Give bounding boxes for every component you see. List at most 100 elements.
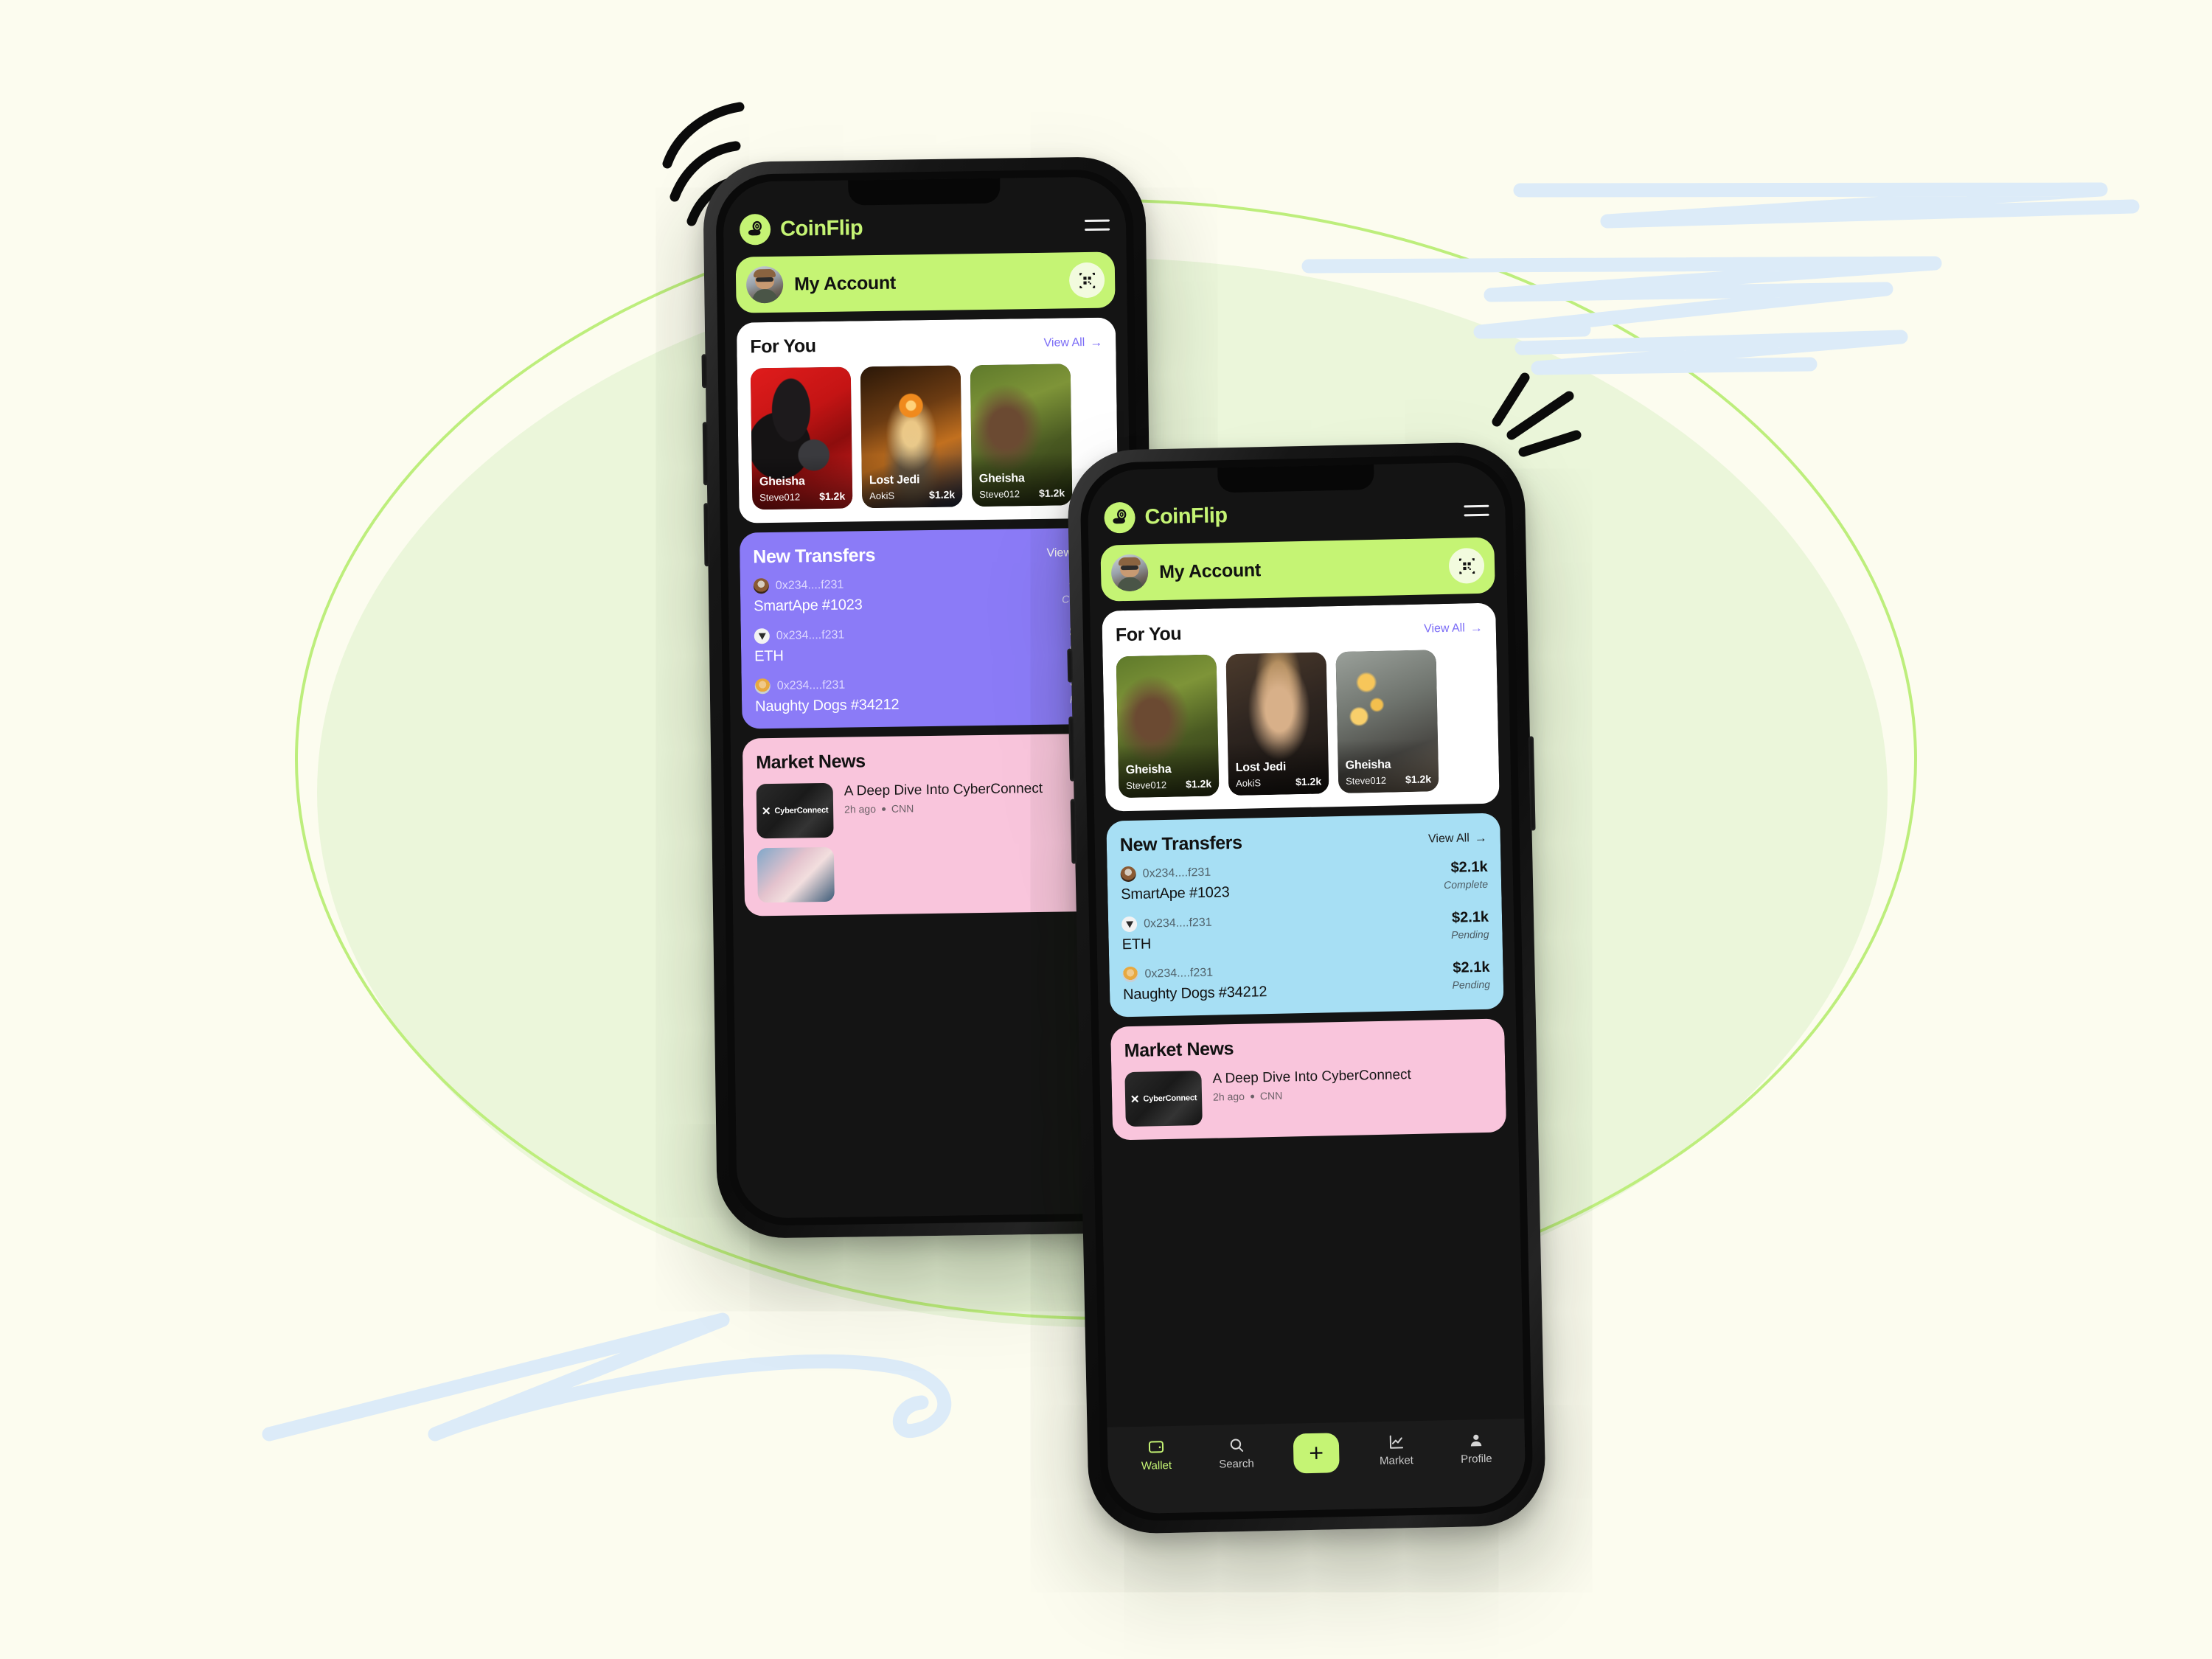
nft-owner: AokiS xyxy=(1236,777,1262,789)
nft-card[interactable]: Gheisha Steve012 $1.2k xyxy=(970,364,1073,507)
nft-name: Gheisha xyxy=(1345,758,1391,772)
news-thumb-label: CyberConnect xyxy=(774,805,829,815)
token-avatar-icon xyxy=(1122,966,1138,983)
arrow-right-icon: → xyxy=(1474,830,1487,845)
transfer-row[interactable]: 0x234....f231 SmartApe #1023 $2.1k Compl… xyxy=(753,574,1107,616)
account-label: My Account xyxy=(1158,559,1262,582)
transfer-row[interactable]: 0x234....f231 ETH $2.1k Pending xyxy=(754,624,1107,666)
volume-up-button[interactable] xyxy=(1068,716,1076,782)
add-button[interactable]: + xyxy=(1293,1433,1340,1474)
chart-line-icon xyxy=(1389,1435,1403,1449)
for-you-title: For You xyxy=(1115,623,1182,646)
nft-owner: Steve012 xyxy=(1126,779,1167,792)
news-thumbnail xyxy=(757,846,835,903)
transfer-asset-name: Naughty Dogs #34212 xyxy=(754,696,900,715)
news-thumbnail: ✕ CyberConnect xyxy=(756,782,834,839)
transfer-list: 0x234....f231 SmartApe #1023 $2.1k Compl… xyxy=(1120,859,1490,1004)
mute-switch[interactable] xyxy=(701,354,708,389)
blue-scribble-bottom xyxy=(262,1312,952,1441)
new-transfers-title: New Transfers xyxy=(753,545,876,568)
tab-search[interactable]: Search xyxy=(1209,1436,1263,1471)
volume-up-button[interactable] xyxy=(702,422,709,486)
new-transfers-card: New Transfers View All → xyxy=(1106,813,1504,1018)
news-list: ✕ CyberConnect A Deep Dive Into CyberCon… xyxy=(756,779,1110,903)
nft-card[interactable]: Gheisha Steve012 $1.2k xyxy=(750,366,853,510)
market-news-card: Market News ✕ CyberConnect A Deep Dive I… xyxy=(1110,1018,1507,1141)
composition-canvas: CoinFlip My Account For You View All → G… xyxy=(0,0,2212,1659)
nft-meta: Lost Jedi AokiS $1.2k xyxy=(1236,760,1322,789)
bottom-tab-bar: Wallet Search + Market Profile xyxy=(1107,1418,1526,1514)
news-meta: 2h ago CNN xyxy=(844,800,1109,815)
plus-icon: + xyxy=(1308,1439,1324,1468)
transfer-row[interactable]: 0x234....f231 Naughty Dogs #34212 $2.1k … xyxy=(754,674,1108,716)
nft-price: $1.2k xyxy=(1295,775,1322,788)
transfer-row[interactable]: 0x234....f231 ETH $2.1k Pending xyxy=(1121,909,1489,953)
volume-down-button[interactable] xyxy=(1070,799,1077,864)
token-avatar-icon xyxy=(753,578,770,594)
nft-name: Gheisha xyxy=(759,475,805,489)
content-scroll-front[interactable]: For You View All → Gheisha Steve012 $1.2… xyxy=(1102,602,1514,1514)
token-avatar-icon xyxy=(754,678,771,695)
ethereum-icon xyxy=(754,628,770,644)
new-transfers-title: New Transfers xyxy=(1119,832,1242,856)
mute-switch[interactable] xyxy=(1067,648,1074,683)
view-all-label: View All xyxy=(1427,831,1470,845)
wallet-icon xyxy=(1148,1441,1164,1453)
cyberconnect-logo-icon: ✕ xyxy=(761,804,771,818)
tab-market[interactable]: Market xyxy=(1369,1433,1423,1467)
for-you-view-all[interactable]: View All → xyxy=(1424,620,1483,636)
qr-code-icon[interactable] xyxy=(1068,262,1105,299)
tab-wallet[interactable]: Wallet xyxy=(1130,1438,1183,1472)
qr-code-icon[interactable] xyxy=(1448,547,1485,584)
transfer-address: 0x234....f231 xyxy=(776,628,845,642)
person-icon xyxy=(1470,1434,1482,1447)
ethereum-icon xyxy=(1121,916,1138,933)
cyberconnect-logo-icon: ✕ xyxy=(1130,1093,1140,1106)
nft-card[interactable]: Gheisha Steve012 $1.2k xyxy=(1335,650,1439,794)
news-list: ✕ CyberConnect A Deep Dive Into CyberCon… xyxy=(1124,1065,1492,1127)
my-account-bar[interactable]: My Account xyxy=(1100,537,1495,602)
nft-owner: Steve012 xyxy=(759,491,801,504)
app-brand-title: CoinFlip xyxy=(779,215,863,241)
for-you-view-all[interactable]: View All → xyxy=(1043,335,1102,350)
token-avatar-icon xyxy=(1120,866,1136,883)
news-time: 2h ago xyxy=(844,803,877,816)
for-you-header: For You View All → xyxy=(750,332,1102,358)
transfer-status: Complete xyxy=(1444,877,1489,891)
for-you-nft-strip[interactable]: Gheisha Steve012 $1.2k Lost Jedi AokiS $… xyxy=(1116,649,1486,799)
transfer-address: 0x234....f231 xyxy=(775,578,844,592)
nft-price: $1.2k xyxy=(1185,777,1212,790)
transfer-asset-name: ETH xyxy=(1121,936,1152,953)
for-you-nft-strip[interactable]: Gheisha Steve012 $1.2k Lost Jedi AokiS $… xyxy=(750,364,1105,510)
tab-label: Market xyxy=(1379,1454,1414,1468)
news-thumb-label: CyberConnect xyxy=(1143,1093,1197,1104)
new-transfers-view-all[interactable]: View All → xyxy=(1428,830,1487,846)
account-label: My Account xyxy=(793,272,897,295)
nft-card[interactable]: Lost Jedi AokiS $1.2k xyxy=(1225,652,1329,796)
nft-card[interactable]: Gheisha Steve012 $1.2k xyxy=(1116,654,1220,799)
transfer-amount: $2.1k xyxy=(1453,959,1490,976)
user-avatar xyxy=(745,265,784,304)
news-item[interactable]: ✕ CyberConnect A Deep Dive Into CyberCon… xyxy=(756,779,1110,839)
transfer-asset-name: Naughty Dogs #34212 xyxy=(1122,984,1267,1004)
tab-add[interactable]: + xyxy=(1290,1433,1343,1474)
nft-card[interactable]: Lost Jedi AokiS $1.2k xyxy=(860,365,963,509)
hamburger-menu-icon[interactable] xyxy=(1084,219,1110,231)
tab-label: Search xyxy=(1219,1457,1254,1471)
arrow-right-icon: → xyxy=(1090,335,1103,349)
news-meta: 2h ago CNN xyxy=(1213,1085,1492,1103)
device-notch xyxy=(1217,464,1374,493)
transfer-row[interactable]: 0x234....f231 Naughty Dogs #34212 $2.1k … xyxy=(1122,959,1490,1004)
transfer-row[interactable]: 0x234....f231 SmartApe #1023 $2.1k Compl… xyxy=(1120,859,1488,903)
view-all-label: View All xyxy=(1043,335,1085,349)
tab-profile[interactable]: Profile xyxy=(1450,1431,1503,1466)
news-item[interactable] xyxy=(757,844,1110,903)
nft-meta: Gheisha Steve012 $1.2k xyxy=(759,475,846,504)
my-account-bar[interactable]: My Account xyxy=(735,251,1116,313)
volume-down-button[interactable] xyxy=(703,503,710,567)
phone-device-front: CoinFlip My Account For You View All → G… xyxy=(1066,441,1547,1535)
transfer-list: 0x234....f231 SmartApe #1023 $2.1k Compl… xyxy=(753,574,1108,716)
separator-dot xyxy=(1250,1094,1254,1099)
hamburger-menu-icon[interactable] xyxy=(1464,504,1489,516)
news-item[interactable]: ✕ CyberConnect A Deep Dive Into CyberCon… xyxy=(1124,1065,1492,1127)
